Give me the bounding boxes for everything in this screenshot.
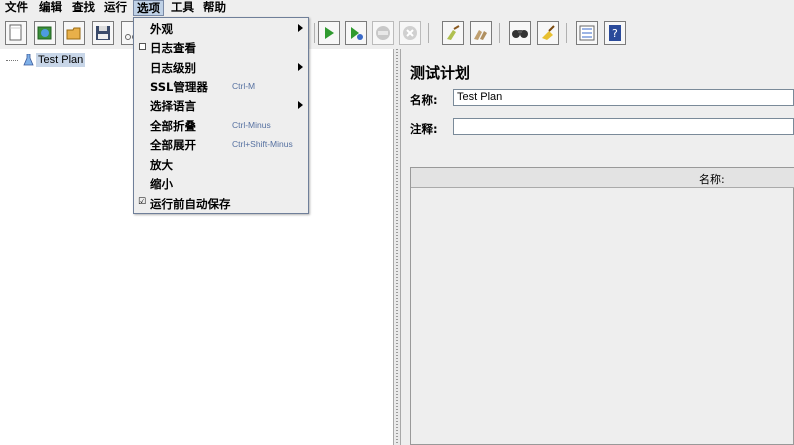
- split-pane-divider[interactable]: [393, 49, 401, 445]
- toolbar-separator: [566, 23, 567, 43]
- submenu-arrow-icon: [298, 24, 303, 32]
- menu-item-label: 选择语言: [150, 99, 196, 113]
- menu-item-shortcut: Ctrl-Minus: [232, 120, 271, 130]
- menubar: 文件 编辑 查找 运行 选项 工具 帮助: [0, 0, 794, 16]
- test-plan-panel: 测试计划 名称: Test Plan 注释: 名称:: [402, 49, 794, 445]
- menu-item-log-level[interactable]: 日志级别: [134, 58, 308, 77]
- new-button[interactable]: [5, 21, 27, 45]
- name-field[interactable]: Test Plan: [453, 89, 794, 106]
- comment-label: 注释:: [410, 122, 438, 136]
- checkbox-unchecked-icon[interactable]: [139, 43, 146, 50]
- name-label: 名称:: [410, 93, 438, 107]
- menu-run[interactable]: 运行: [101, 0, 130, 16]
- shutdown-icon: [403, 26, 417, 40]
- menu-file[interactable]: 文件: [2, 0, 31, 16]
- menu-item-ssl-manager[interactable]: SSL管理器 Ctrl-M: [134, 77, 308, 96]
- menu-item-label: 放大: [150, 158, 173, 172]
- reset-search-button[interactable]: [537, 21, 559, 45]
- start-no-pause-button[interactable]: [345, 21, 367, 45]
- user-variables-table[interactable]: 名称:: [410, 167, 794, 445]
- menu-item-label: 运行前自动保存: [150, 197, 231, 211]
- menu-item-zoom-in[interactable]: 放大: [134, 155, 308, 174]
- menu-item-collapse-all[interactable]: 全部折叠 Ctrl-Minus: [134, 116, 308, 135]
- column-header-name[interactable]: 名称:: [699, 171, 725, 187]
- checkbox-checked-icon[interactable]: ☑: [138, 197, 146, 207]
- clear-all-icon: [474, 30, 487, 40]
- menu-item-label: 全部折叠: [150, 119, 196, 133]
- function-helper-icon: [579, 25, 595, 41]
- menu-item-label: 日志级别: [150, 61, 196, 75]
- help-button[interactable]: ?: [604, 21, 626, 45]
- help-icon: ?: [609, 25, 621, 41]
- search-button[interactable]: [509, 21, 531, 45]
- menu-item-log-viewer[interactable]: 日志查看: [134, 38, 308, 57]
- comment-field[interactable]: [453, 118, 794, 135]
- options-menu-dropdown: 外观 日志查看 日志级别 SSL管理器 Ctrl-M 选择语言 全部折叠 Ctr…: [133, 17, 309, 214]
- menu-edit[interactable]: 编辑: [36, 0, 65, 16]
- open-button[interactable]: [63, 21, 85, 45]
- menu-item-shortcut: Ctrl+Shift-Minus: [232, 139, 293, 149]
- start-button[interactable]: [318, 21, 340, 45]
- search-icon: [512, 30, 528, 38]
- splitter-grip: [396, 49, 398, 445]
- toolbar-separator: [428, 23, 429, 43]
- reset-search-icon: [542, 25, 555, 40]
- tree-connector: [6, 60, 18, 62]
- submenu-arrow-icon: [298, 101, 303, 109]
- menu-item-expand-all[interactable]: 全部展开 Ctrl+Shift-Minus: [134, 135, 308, 154]
- open-icon: [66, 27, 81, 40]
- menu-item-save-before-run[interactable]: ☑ 运行前自动保存: [134, 194, 308, 213]
- function-helper-button[interactable]: [576, 21, 598, 45]
- menu-item-appearance[interactable]: 外观: [134, 19, 308, 38]
- start-icon: [325, 27, 334, 39]
- menu-item-label: 全部展开: [150, 138, 196, 152]
- menu-item-shortcut: Ctrl-M: [232, 81, 256, 91]
- menu-item-label: 外观: [150, 22, 173, 36]
- toolbar-separator: [314, 23, 315, 43]
- menu-tools[interactable]: 工具: [168, 0, 197, 16]
- test-plan-icon: [23, 54, 34, 66]
- save-icon: [96, 26, 110, 40]
- menu-item-choose-language[interactable]: 选择语言: [134, 96, 308, 115]
- menu-item-label: 日志查看: [150, 41, 196, 55]
- templates-icon: [37, 26, 52, 40]
- save-button[interactable]: [92, 21, 114, 45]
- menu-item-label: SSL管理器: [150, 80, 208, 94]
- menu-search[interactable]: 查找: [69, 0, 98, 16]
- stop-button[interactable]: [372, 21, 394, 45]
- svg-text:?: ?: [612, 27, 618, 40]
- templates-button[interactable]: [34, 21, 56, 45]
- tree-node-label[interactable]: Test Plan: [36, 53, 86, 67]
- toolbar-separator: [499, 23, 500, 43]
- submenu-arrow-icon: [298, 63, 303, 71]
- new-icon: [9, 24, 22, 41]
- menu-options[interactable]: 选项: [133, 0, 164, 16]
- start-no-pause-icon: [351, 27, 363, 40]
- clear-icon: [447, 25, 460, 40]
- menu-item-zoom-out[interactable]: 缩小: [134, 174, 308, 193]
- panel-title: 测试计划: [410, 64, 471, 82]
- menu-item-label: 缩小: [150, 177, 173, 191]
- stop-icon: [376, 26, 390, 40]
- shutdown-button[interactable]: [399, 21, 421, 45]
- clear-button[interactable]: [442, 21, 464, 45]
- table-header: 名称:: [411, 168, 794, 188]
- clear-all-button[interactable]: [470, 21, 492, 45]
- toolbar: ?: [0, 18, 794, 48]
- menu-help[interactable]: 帮助: [200, 0, 229, 16]
